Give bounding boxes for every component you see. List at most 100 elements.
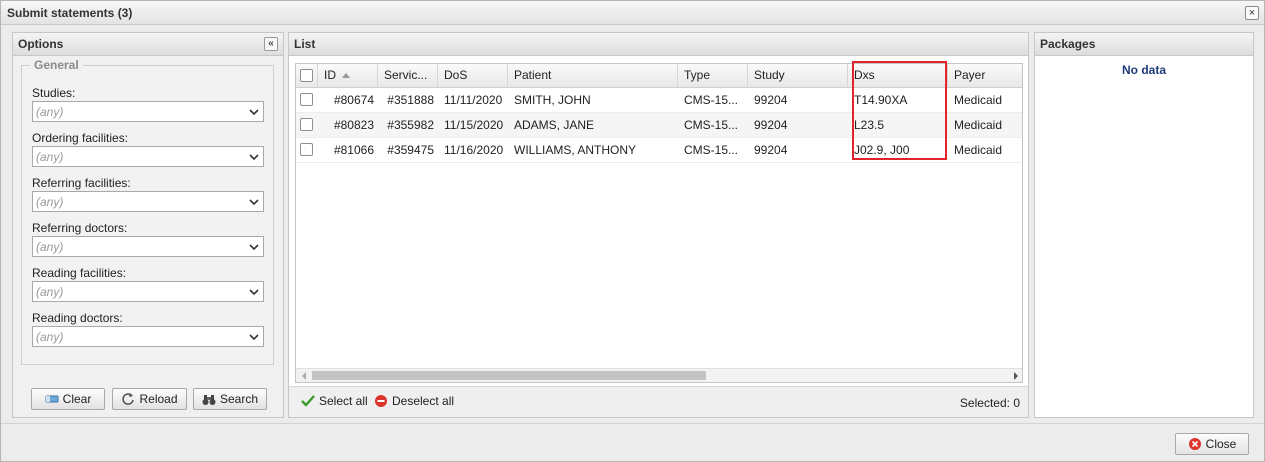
statements-grid: ID Servic... DoS Patient Type Study Dxs … xyxy=(295,63,1023,383)
deselect-all-label: Deselect all xyxy=(392,394,455,408)
cell-payer: Medicaid xyxy=(954,118,1003,132)
grid-header-row: ID Servic... DoS Patient Type Study Dxs … xyxy=(296,64,1022,88)
row-checkbox[interactable] xyxy=(300,118,313,131)
list-footer: Select all Deselect all Selected: 0 xyxy=(289,386,1028,417)
sort-ascending-icon xyxy=(342,73,351,78)
cell-dos: 11/16/2020 xyxy=(444,143,504,157)
chevron-down-icon[interactable] xyxy=(248,150,260,164)
column-header-payer[interactable]: Payer xyxy=(948,64,1022,88)
reload-button-label: Reload xyxy=(139,392,178,406)
table-row[interactable]: #81066 #359475 11/16/2020 WILLIAMS, ANTHONY… xyxy=(296,138,1022,163)
dialog-footer: Close xyxy=(1,423,1264,461)
cell-study: 99204 xyxy=(754,93,788,107)
selected-value: 0 xyxy=(1013,396,1020,410)
cell-type: CMS-15... xyxy=(684,118,739,132)
window-title: Submit statements (3) xyxy=(7,6,133,20)
binoculars-icon xyxy=(202,394,216,405)
filter-label-0: Studies: xyxy=(32,86,76,100)
column-header-type[interactable]: Type xyxy=(678,64,748,88)
cell-type: CMS-15... xyxy=(684,143,739,157)
column-header-dos[interactable]: DoS xyxy=(438,64,508,88)
general-legend: General xyxy=(30,58,83,72)
scrollbar-thumb[interactable] xyxy=(312,371,706,380)
filter-combo-4[interactable]: (any) xyxy=(32,281,264,302)
filter-combo-5[interactable]: (any) xyxy=(32,326,264,347)
filter-combo-2[interactable]: (any) xyxy=(32,191,264,212)
chevron-down-icon[interactable] xyxy=(248,330,260,344)
cell-id: #80823 xyxy=(333,118,374,132)
minus-circle-icon xyxy=(375,395,387,407)
filter-combo-value: (any) xyxy=(36,105,64,119)
filter-label-2: Referring facilities: xyxy=(32,176,131,190)
clear-button[interactable]: Clear xyxy=(31,388,105,410)
column-header-study[interactable]: Study xyxy=(748,64,848,88)
chevron-down-icon[interactable] xyxy=(248,285,260,299)
cell-study: 99204 xyxy=(754,118,788,132)
header-select-cell xyxy=(296,64,318,88)
filter-label-3: Referring doctors: xyxy=(32,221,128,235)
scroll-left-icon[interactable] xyxy=(299,371,309,381)
checkmark-icon xyxy=(301,395,315,407)
clear-button-label: Clear xyxy=(62,392,92,406)
cell-dxs: L23.5 xyxy=(854,118,885,132)
cell-id: #81066 xyxy=(333,143,374,157)
cell-payer: Medicaid xyxy=(954,143,1003,157)
packages-panel: Packages No data xyxy=(1034,32,1254,418)
table-row[interactable]: #80674 #351888 11/11/2020 SMITH, JOHN CMS-15… xyxy=(296,88,1022,113)
close-button[interactable]: Close xyxy=(1175,433,1249,455)
packages-empty-text: No data xyxy=(1121,63,1166,77)
window-titlebar: Submit statements (3) × xyxy=(1,1,1264,25)
chevron-down-icon[interactable] xyxy=(248,105,260,119)
search-button[interactable]: Search xyxy=(193,388,267,410)
collapse-icon[interactable]: « xyxy=(264,37,278,51)
cell-payer: Medicaid xyxy=(954,93,1003,107)
filter-combo-value: (any) xyxy=(36,285,64,299)
column-header-patient[interactable]: Patient xyxy=(508,64,678,88)
reload-button[interactable]: Reload xyxy=(112,388,187,410)
row-checkbox[interactable] xyxy=(300,93,313,106)
select-all-button[interactable]: Select all xyxy=(301,394,368,408)
filter-label-1: Ordering facilities: xyxy=(32,131,129,145)
filter-combo-value: (any) xyxy=(36,240,64,254)
window-close-icon[interactable]: × xyxy=(1245,6,1259,20)
cell-patient: ADAMS, JANE xyxy=(514,118,595,132)
filter-combo-0[interactable]: (any) xyxy=(32,101,264,122)
filter-label-4: Reading facilities: xyxy=(32,266,127,280)
deselect-all-button[interactable]: Deselect all xyxy=(374,394,454,408)
cell-dxs: J02.9, J00 xyxy=(854,143,910,157)
packages-title: Packages xyxy=(1040,37,1096,51)
row-checkbox[interactable] xyxy=(300,143,313,156)
cell-type: CMS-15... xyxy=(684,93,739,107)
cell-patient: SMITH, JOHN xyxy=(514,93,591,107)
column-header-dxs[interactable]: Dxs xyxy=(848,64,948,88)
select-all-label: Select all xyxy=(319,394,368,408)
filter-combo-1[interactable]: (any) xyxy=(32,146,264,167)
column-header-service[interactable]: Servic... xyxy=(378,64,438,88)
reload-icon xyxy=(122,393,135,405)
filter-combo-3[interactable]: (any) xyxy=(32,236,264,257)
select-all-checkbox[interactable] xyxy=(300,69,313,82)
submit-statements-window: Submit statements (3) × Options « Genera… xyxy=(0,0,1265,462)
cell-id: #80674 xyxy=(333,93,374,107)
cell-dos: 11/11/2020 xyxy=(444,93,503,107)
chevron-down-icon[interactable] xyxy=(248,240,260,254)
options-header: Options « xyxy=(13,33,283,56)
table-row[interactable]: #80823 #355982 11/15/2020 ADAMS, JANE CMS-15… xyxy=(296,113,1022,138)
cell-study: 99204 xyxy=(754,143,788,157)
cell-dxs: T14.90XA xyxy=(854,93,908,107)
scroll-right-icon[interactable] xyxy=(1011,371,1021,381)
options-title: Options xyxy=(18,37,64,51)
filter-label-5: Reading doctors: xyxy=(32,311,123,325)
cell-dos: 11/15/2020 xyxy=(444,118,504,132)
chevron-down-icon[interactable] xyxy=(248,195,260,209)
filter-combo-value: (any) xyxy=(36,330,64,344)
selected-label: Selected: xyxy=(959,396,1010,410)
close-button-label: Close xyxy=(1205,437,1237,451)
filter-combo-value: (any) xyxy=(36,150,64,164)
list-panel: List ID Servic... DoS Patient Type Study… xyxy=(288,32,1029,418)
filter-combo-value: (any) xyxy=(36,195,64,209)
horizontal-scrollbar[interactable] xyxy=(296,368,1022,382)
general-fieldset: General Studies: (any) Ordering facilities… xyxy=(21,58,274,365)
column-header-id[interactable]: ID xyxy=(318,64,378,88)
search-button-label: Search xyxy=(219,392,259,406)
